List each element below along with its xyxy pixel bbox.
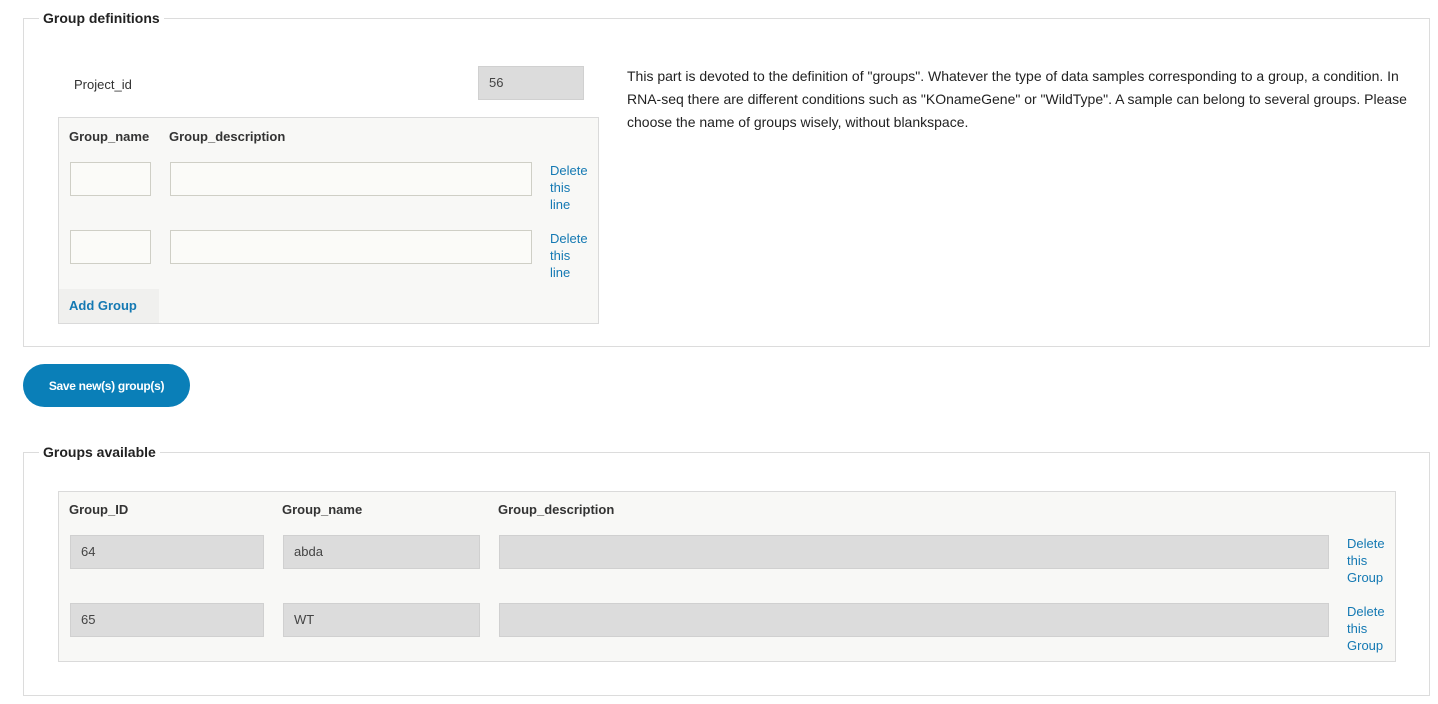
delete-group-link[interactable]: Delete this Group (1347, 603, 1385, 654)
group-description-input[interactable] (170, 230, 532, 264)
delete-group-text: this (1347, 553, 1368, 568)
delete-group-text: Group (1347, 638, 1384, 653)
group-description-field[interactable] (499, 603, 1329, 637)
column-header-group-name: Group_name (282, 502, 363, 517)
project-id-label: Project_id (74, 77, 132, 92)
group-name-input[interactable] (70, 162, 151, 196)
group-description-input[interactable] (170, 162, 532, 196)
group-definitions-legend: Group definitions (43, 10, 160, 26)
delete-line-link[interactable]: Delete this line (550, 162, 588, 213)
delete-group-text: this (1347, 621, 1368, 636)
group-name-input[interactable] (70, 230, 151, 264)
column-header-group-name: Group_name (69, 129, 150, 144)
delete-group-link[interactable]: Delete this Group (1347, 535, 1385, 586)
column-header-group-id: Group_ID (69, 502, 129, 517)
delete-line-text: Delete (550, 163, 588, 178)
delete-group-text: Group (1347, 570, 1384, 585)
group-id-field[interactable]: 64 (70, 535, 264, 569)
delete-line-text: this (550, 180, 571, 195)
column-header-group-description: Group_description (498, 502, 615, 517)
groups-available-fieldset: Groups available Group_ID Group_name Gro… (23, 444, 1430, 696)
add-group-button[interactable]: Add Group (59, 289, 159, 323)
delete-line-text: line (550, 197, 571, 212)
column-header-group-description: Group_description (169, 129, 286, 144)
group-definitions-description: This part is devoted to the definition o… (627, 68, 1407, 130)
save-groups-button[interactable]: Save new(s) group(s) (23, 364, 190, 407)
delete-group-text: Delete (1347, 604, 1385, 619)
group-definition-table: Group_name Group_description Delete this… (58, 117, 599, 324)
group-description-field[interactable] (499, 535, 1329, 569)
delete-line-link[interactable]: Delete this line (550, 230, 588, 281)
groups-available-table: Group_ID Group_name Group_description 64… (58, 491, 1396, 662)
delete-line-text: Delete (550, 231, 588, 246)
delete-line-text: this (550, 248, 571, 263)
project-id-field[interactable]: 56 (478, 66, 584, 100)
group-name-field[interactable]: abda (283, 535, 480, 569)
group-name-field[interactable]: WT (283, 603, 480, 637)
groups-available-legend: Groups available (43, 444, 156, 460)
delete-line-text: line (550, 265, 571, 280)
group-id-field[interactable]: 65 (70, 603, 264, 637)
group-definitions-fieldset: Group definitions Project_id 56 Group_na… (23, 10, 1430, 347)
delete-group-text: Delete (1347, 536, 1385, 551)
